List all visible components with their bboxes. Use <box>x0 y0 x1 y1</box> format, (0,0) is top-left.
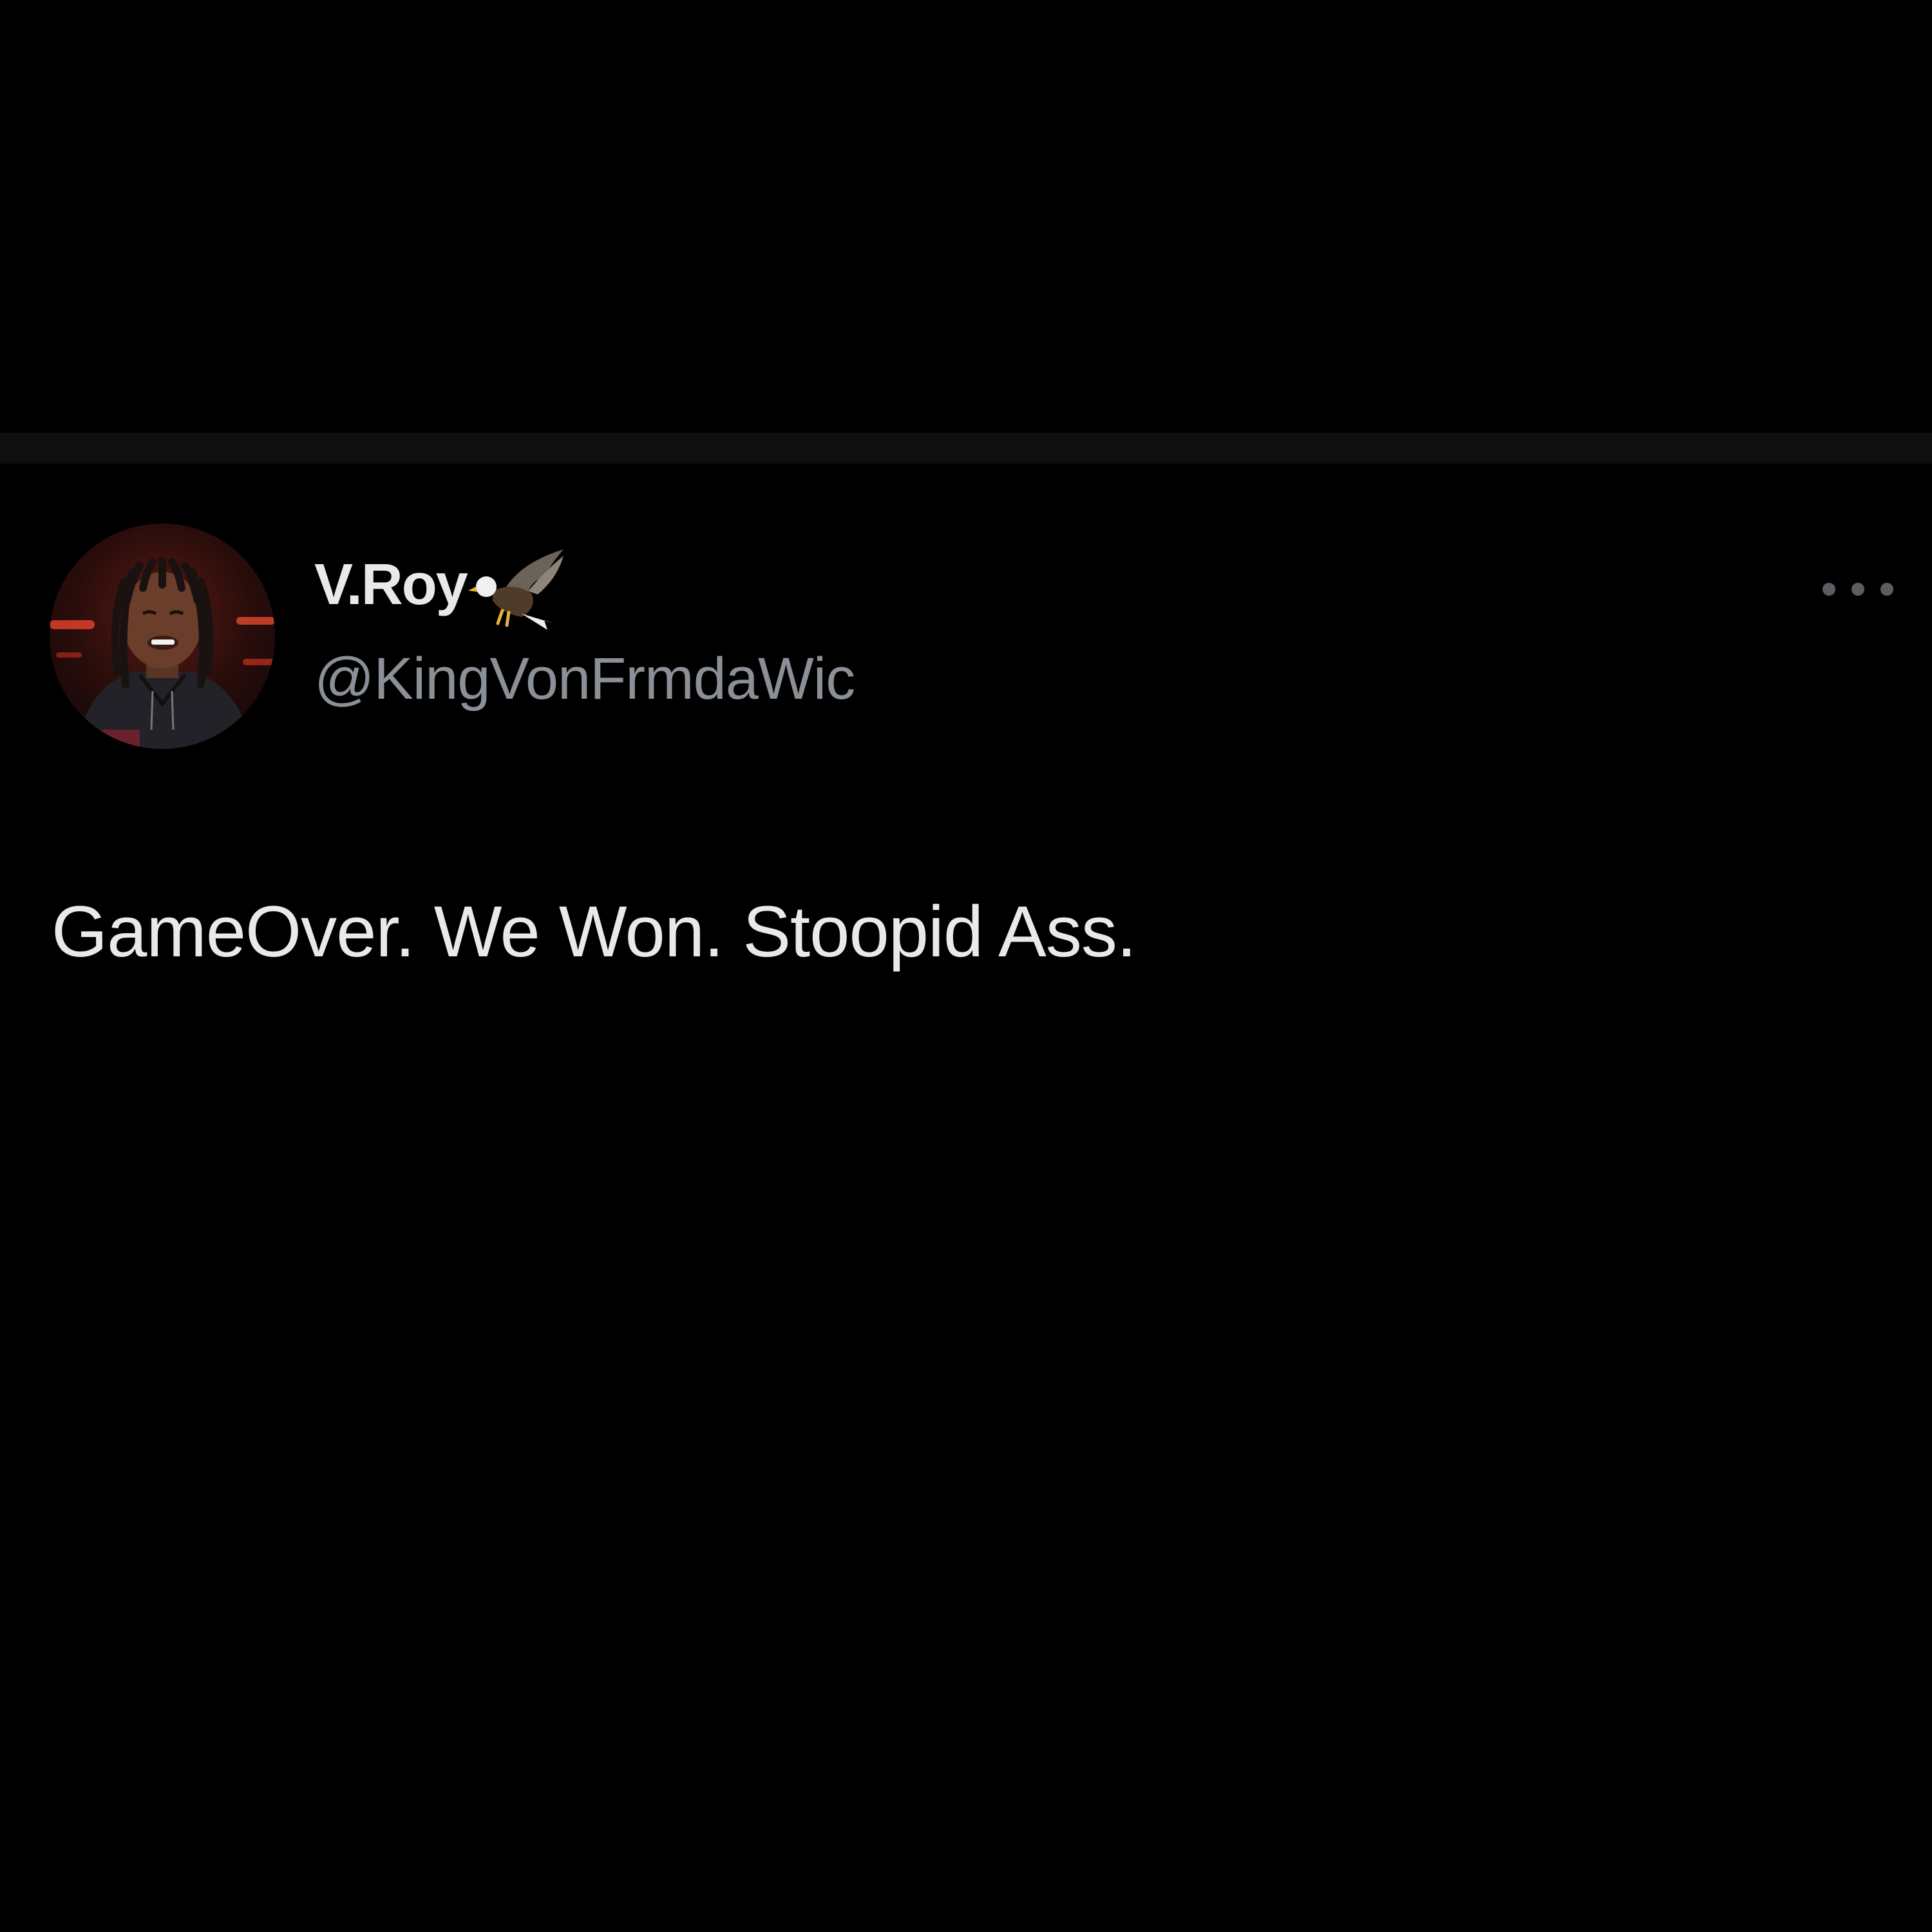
more-options-icon <box>1823 583 1835 596</box>
eagle-icon <box>468 549 564 630</box>
user-handle[interactable]: @KingVonFrmdaWic <box>314 649 855 708</box>
avatar[interactable] <box>50 524 275 749</box>
more-options-icon-dot <box>1880 583 1893 596</box>
more-options-icon-dot <box>1852 583 1864 596</box>
more-options-button[interactable] <box>1823 573 1893 605</box>
display-name[interactable]: V.Roy <box>314 556 468 614</box>
avatar-image <box>50 524 275 749</box>
tweet-text: GameOver. We Won. Stoopid Ass. <box>52 891 1137 972</box>
section-divider <box>0 433 1932 464</box>
author-name-row[interactable]: V.Roy <box>314 546 564 630</box>
